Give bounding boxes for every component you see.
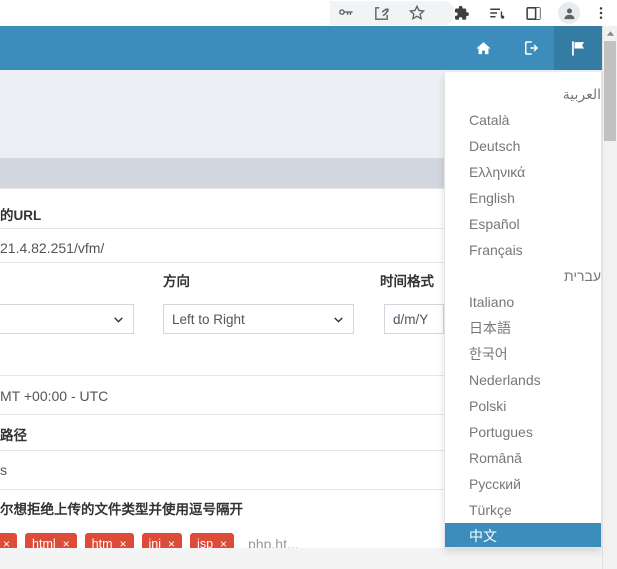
language-option-francais[interactable]: Français <box>445 237 601 263</box>
language-option-label: Portugues <box>469 424 533 440</box>
direction-select-value: Left to Right <box>172 311 245 327</box>
profile-avatar-icon[interactable] <box>557 1 581 25</box>
language-option-label: 日本語 <box>469 320 511 336</box>
home-icon <box>475 40 492 57</box>
divider <box>0 450 445 451</box>
direction-select[interactable]: Left to Right <box>163 304 354 334</box>
language-option-espanol[interactable]: Español <box>445 211 601 237</box>
time-format-value: d/m/Y <box>393 311 429 327</box>
page-scrollbar[interactable] <box>602 26 617 569</box>
language-option-portugues[interactable]: Portugues <box>445 419 601 445</box>
language-option-italiano[interactable]: Italiano <box>445 289 601 315</box>
denied-filetypes-label: 尔想拒绝上传的文件类型并使用逗号隔开 <box>0 502 243 517</box>
language-option-russian[interactable]: Русский <box>445 471 601 497</box>
language-option-hebrew[interactable]: עברית <box>445 263 601 289</box>
language-option-label: Español <box>469 216 520 232</box>
language-option-deutsch[interactable]: Deutsch <box>445 133 601 159</box>
language-option-arabic[interactable]: العربية <box>445 81 601 107</box>
language-dropdown-menu: العربية Català Deutsch Ελληνικά English … <box>444 72 602 548</box>
divider <box>0 228 445 229</box>
language-option-romana[interactable]: Română <box>445 445 601 471</box>
language-option-label: Français <box>469 242 523 258</box>
language-option-label: Türkçe <box>469 502 512 518</box>
logout-button[interactable] <box>507 26 554 70</box>
password-key-icon[interactable] <box>333 1 357 25</box>
chevron-down-icon <box>112 313 125 326</box>
language-option-label: Polski <box>469 398 507 414</box>
language-option-greek[interactable]: Ελληνικά <box>445 159 601 185</box>
language-option-korean[interactable]: 한국어 <box>445 341 601 367</box>
divider <box>0 188 445 189</box>
language-option-english[interactable]: English <box>445 185 601 211</box>
language-option-turkce[interactable]: Türkçe <box>445 497 601 523</box>
language-option-catala[interactable]: Català <box>445 107 601 133</box>
language-option-label: Italiano <box>469 294 515 310</box>
chevron-down-icon <box>332 313 345 326</box>
chrome-menu-icon[interactable] <box>589 1 613 25</box>
path-value[interactable]: s <box>0 463 7 477</box>
share-icon[interactable] <box>369 1 393 25</box>
time-format-input[interactable]: d/m/Y <box>384 304 444 334</box>
language-option-label: עברית <box>563 268 601 284</box>
sign-out-icon <box>522 39 540 57</box>
language-option-label: Deutsch <box>469 138 521 154</box>
url-field-label: 的URL <box>0 208 42 223</box>
language-option-nederlands[interactable]: Nederlands <box>445 367 601 393</box>
scroll-up-arrow-icon[interactable] <box>603 26 617 40</box>
browser-toolbar <box>0 0 617 26</box>
language-button[interactable] <box>554 26 602 70</box>
language-option-label: Ελληνικά <box>469 164 526 180</box>
extensions-puzzle-icon[interactable] <box>449 1 473 25</box>
flag-icon <box>569 39 588 58</box>
avatar <box>558 2 580 24</box>
divider <box>0 414 445 415</box>
language-option-label: English <box>469 190 515 206</box>
bookmark-star-icon[interactable] <box>405 1 429 25</box>
scrollbar-thumb[interactable] <box>604 41 616 141</box>
divider <box>0 375 445 376</box>
path-label: 路径 <box>0 428 27 443</box>
scrollbar-track-bottom <box>603 543 617 569</box>
language-option-label: Català <box>469 112 510 128</box>
home-button[interactable] <box>460 26 507 70</box>
language-option-chinese[interactable]: 中文 <box>445 523 601 547</box>
divider <box>0 489 445 490</box>
language-option-label: Русский <box>469 476 521 492</box>
direction-label: 方向 <box>163 274 190 289</box>
language-option-label: Nederlands <box>469 372 541 388</box>
reading-list-icon[interactable] <box>485 1 509 25</box>
language-option-label: العربية <box>562 85 601 102</box>
language-option-label: 한국어 <box>469 346 508 362</box>
timezone-value[interactable]: MT +00:00 - UTC <box>0 389 108 403</box>
divider <box>0 262 445 263</box>
language-option-label: 中文 <box>469 528 497 544</box>
side-panel-icon[interactable] <box>521 1 545 25</box>
language-option-polski[interactable]: Polski <box>445 393 601 419</box>
language-select[interactable] <box>0 304 134 334</box>
url-field-value[interactable]: 21.4.82.251/vfm/ <box>0 241 104 255</box>
dropdown-top-pad <box>445 72 601 81</box>
app-header-bar <box>0 26 602 70</box>
language-option-label: Română <box>469 450 522 466</box>
page-footer-fill <box>0 548 602 569</box>
time-format-label: 时间格式 <box>380 274 434 289</box>
language-option-japanese[interactable]: 日本語 <box>445 315 601 341</box>
